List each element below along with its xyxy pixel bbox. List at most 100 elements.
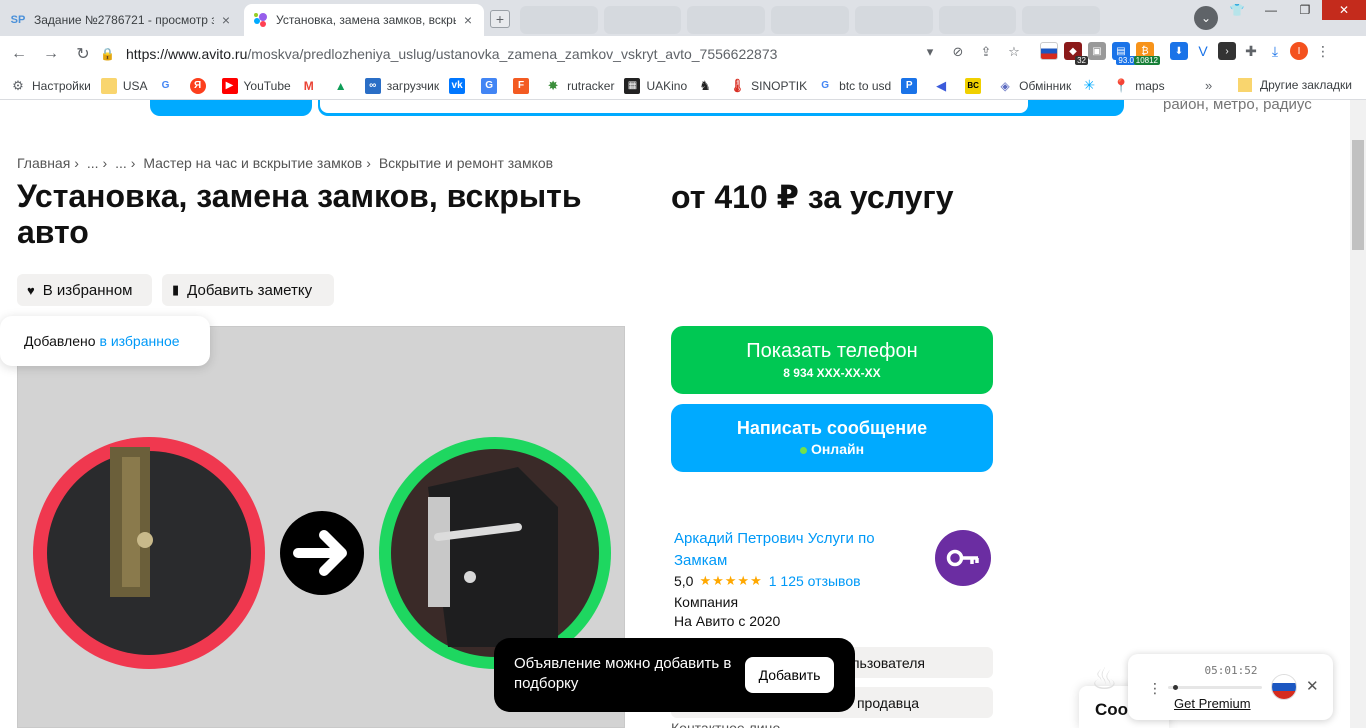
briefcase-icon[interactable]: ▣ — [1088, 42, 1106, 60]
bookmark-btc[interactable]: Gbtc to usd — [817, 78, 891, 94]
page-content: район, метро, радиус Главная › ... › ... › … — [0, 100, 1350, 728]
chart-icon[interactable]: ▤ 93.0 — [1112, 42, 1136, 65]
breadcrumb-item[interactable]: Мастер на час и вскрытие замков — [143, 155, 362, 171]
tab-search-icon[interactable]: ⌄ — [1194, 6, 1218, 30]
add-note-label: Добавить заметку — [187, 281, 313, 299]
bookmark-google[interactable]: G — [158, 78, 180, 94]
gear-icon: ⚙ — [12, 77, 24, 93]
puzzle-icon[interactable]: ✚ — [1242, 42, 1260, 60]
scrollbar[interactable] — [1350, 100, 1366, 728]
v-icon[interactable]: V — [1194, 42, 1212, 60]
favorite-button[interactable]: ♥ В избранном — [17, 274, 152, 306]
heart-icon: ♥ — [27, 282, 35, 298]
bookmark-star[interactable]: ✳ — [1081, 77, 1103, 94]
get-premium-link[interactable]: Get Premium — [1174, 696, 1251, 711]
profile-avatar-icon[interactable]: I — [1290, 42, 1308, 60]
seller-type: Компания — [674, 594, 739, 610]
bookmark-chess[interactable]: ♞ — [697, 78, 719, 94]
back-icon[interactable]: ← — [6, 41, 32, 67]
chess-icon: ♞ — [699, 77, 711, 93]
reload-icon[interactable]: ↻ — [70, 41, 96, 67]
new-tab-button[interactable]: + — [490, 10, 510, 28]
block-icon[interactable]: ⊘ — [948, 42, 968, 62]
seller-since: На Авито с 2020 — [674, 613, 781, 629]
download-ext-icon[interactable]: ⬇ — [1170, 42, 1188, 60]
lock-icon[interactable]: 🔒 — [100, 47, 116, 61]
favorite-label: В избранном — [42, 281, 133, 299]
bookmark-p[interactable]: P — [901, 77, 923, 94]
ru-flag-icon[interactable] — [1271, 674, 1297, 700]
breadcrumb-item[interactable]: ... — [87, 155, 99, 171]
downloads-icon[interactable]: ⤓ — [1266, 42, 1284, 60]
bookmark-bc[interactable]: BC — [965, 77, 987, 94]
bookmark-drive[interactable]: ▲ — [333, 78, 355, 94]
bookmark-usa[interactable]: USA — [100, 77, 148, 94]
bookmark-translate[interactable]: G — [481, 77, 503, 94]
close-icon[interactable]: ✕ — [1306, 677, 1319, 695]
scrollbar-thumb[interactable] — [1352, 140, 1364, 250]
bitcoin-icon[interactable]: ₿ 10812 — [1133, 42, 1160, 65]
breadcrumb-item[interactable]: ... — [115, 155, 127, 171]
bookmark-yandex[interactable]: Я — [189, 77, 212, 94]
other-bookmarks[interactable]: Другие закладки — [1238, 78, 1352, 92]
rutracker-icon: ✸ — [547, 77, 559, 93]
ru-flag-icon[interactable] — [1040, 42, 1058, 60]
close-icon[interactable]: × — [460, 12, 476, 28]
search-input[interactable] — [320, 100, 1028, 113]
bookmark-youtube[interactable]: ▶ YouTube — [221, 77, 291, 94]
share-icon[interactable]: ⇪ — [976, 42, 996, 62]
show-phone-button[interactable]: Показать телефон 8 934 XXX-XX-XX — [671, 326, 993, 394]
bookmark-vk[interactable]: vk — [449, 77, 471, 94]
bookmark-arrow[interactable]: ◀ — [933, 78, 955, 94]
forward-icon[interactable]: → — [38, 41, 64, 67]
bookmark-maps[interactable]: 📍 maps — [1113, 78, 1164, 94]
url-field[interactable]: 🔒 https://www.avito.ru/moskva/predlozhen… — [100, 40, 1030, 68]
vk-icon: vk — [449, 77, 466, 94]
bookmark-settings[interactable]: ⚙ Настройки — [10, 78, 91, 94]
bookmark-loader[interactable]: ∞ загрузчик — [364, 77, 439, 94]
arrow-icon: ◀ — [936, 77, 947, 93]
reviews-link[interactable]: 1 125 отзывов — [769, 573, 861, 589]
show-phone-label: Показать телефон — [746, 340, 918, 362]
shield-icon[interactable]: ◆ 32 — [1064, 42, 1088, 65]
bookmarks-bar: ⚙ Настройки USA G Я ▶ YouTube M ▲ ∞ загрузч… — [0, 72, 1366, 100]
add-note-button[interactable]: ▮ Добавить заметку — [162, 274, 334, 306]
badge: 10812 — [1133, 56, 1160, 65]
bookmarks-more-button[interactable]: » — [1205, 78, 1212, 93]
terminal-icon[interactable]: › — [1218, 42, 1236, 60]
all-categories-button[interactable] — [150, 100, 312, 116]
google-icon: G — [161, 80, 170, 91]
add-to-collection-button[interactable]: Добавить — [745, 657, 834, 693]
breadcrumb-item[interactable]: Вскрытие и ремонт замков — [379, 155, 553, 171]
seller-avatar[interactable] — [935, 530, 991, 586]
minimize-icon[interactable]: — — [1254, 0, 1288, 20]
search-bar[interactable] — [318, 100, 1124, 116]
thermometer-icon: 🌡 — [728, 77, 746, 93]
window-close-icon[interactable]: ✕ — [1322, 0, 1366, 20]
bookmark-gmail[interactable]: M — [301, 78, 323, 94]
menu-icon[interactable]: ⋮ — [1314, 42, 1332, 60]
write-message-button[interactable]: Написать сообщение Онлайн — [671, 404, 993, 472]
close-icon[interactable]: × — [218, 12, 234, 28]
region-field[interactable]: район, метро, радиус — [1163, 100, 1312, 113]
maximize-icon[interactable]: ❐ — [1288, 0, 1322, 20]
bookmark-star-icon[interactable]: ☆ — [1004, 42, 1024, 62]
bookmark-exchange[interactable]: ◈ Обмінник — [997, 78, 1072, 94]
favorites-link[interactable]: в избранное — [100, 333, 180, 349]
toast-text: Добавлено — [24, 333, 96, 349]
vpn-menu-icon[interactable]: ⋮ — [1148, 680, 1162, 697]
tab-zadanie[interactable]: SP Задание №2786721 - просмотр з × — [2, 4, 242, 36]
tab-avito[interactable]: Установка, замена замков, вскры × — [244, 4, 484, 36]
seller-name-link[interactable]: Аркадий Петрович Услуги по Замкам — [674, 528, 914, 572]
bookmark-f[interactable]: F — [513, 77, 535, 94]
shirt-icon[interactable]: 👕 — [1220, 0, 1254, 20]
bookmark-label: Обмінник — [1019, 78, 1072, 93]
other-bookmarks-label: Другие закладки — [1260, 78, 1352, 92]
breadcrumb-home[interactable]: Главная — [17, 155, 70, 171]
address-actions: ▾ ⊘ ⇪ ☆ — [920, 42, 1024, 62]
dropdown-icon[interactable]: ▾ — [920, 42, 940, 62]
bookmark-uakino[interactable]: ▦ UAKino — [624, 77, 687, 94]
bookmark-rutracker[interactable]: ✸ rutracker — [545, 77, 615, 94]
collection-toast-text: Объявление можно добавить в подборку — [514, 655, 732, 692]
bookmark-sinoptik[interactable]: 🌡 SINOPTIK — [729, 78, 807, 94]
